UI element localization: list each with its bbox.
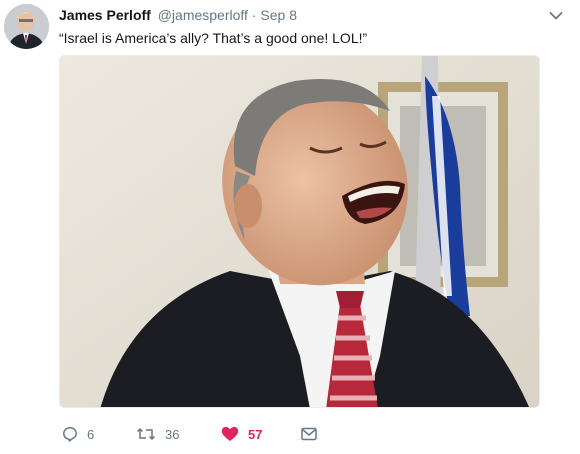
avatar[interactable] bbox=[4, 4, 49, 49]
reply-count: 6 bbox=[87, 426, 95, 442]
retweet-button[interactable]: 36 bbox=[136, 424, 179, 444]
tweet-header: James Perloff @jamesperloff · Sep 8 bbox=[59, 7, 297, 23]
chevron-down-icon[interactable] bbox=[549, 11, 563, 21]
tweet-date[interactable]: Sep 8 bbox=[260, 7, 297, 23]
like-count: 57 bbox=[248, 426, 263, 442]
photo-image bbox=[60, 56, 539, 407]
avatar-image bbox=[4, 4, 49, 49]
retweet-icon bbox=[136, 427, 156, 441]
envelope-icon bbox=[301, 427, 317, 441]
reply-icon bbox=[63, 427, 77, 442]
separator-dot: · bbox=[251, 7, 257, 23]
tweet-text: “Israel is America’s ally? That’s a good… bbox=[59, 30, 368, 46]
heart-icon bbox=[221, 426, 239, 441]
tweet-photo[interactable] bbox=[59, 55, 540, 408]
direct-message-button[interactable] bbox=[301, 424, 317, 444]
retweet-count: 36 bbox=[165, 426, 180, 442]
like-button[interactable]: 57 bbox=[221, 424, 262, 444]
tweet-card[interactable]: James Perloff @jamesperloff · Sep 8 “Isr… bbox=[0, 0, 580, 454]
author-name[interactable]: James Perloff bbox=[59, 7, 151, 23]
reply-button[interactable]: 6 bbox=[62, 424, 94, 444]
author-handle[interactable]: @jamesperloff bbox=[158, 7, 248, 23]
